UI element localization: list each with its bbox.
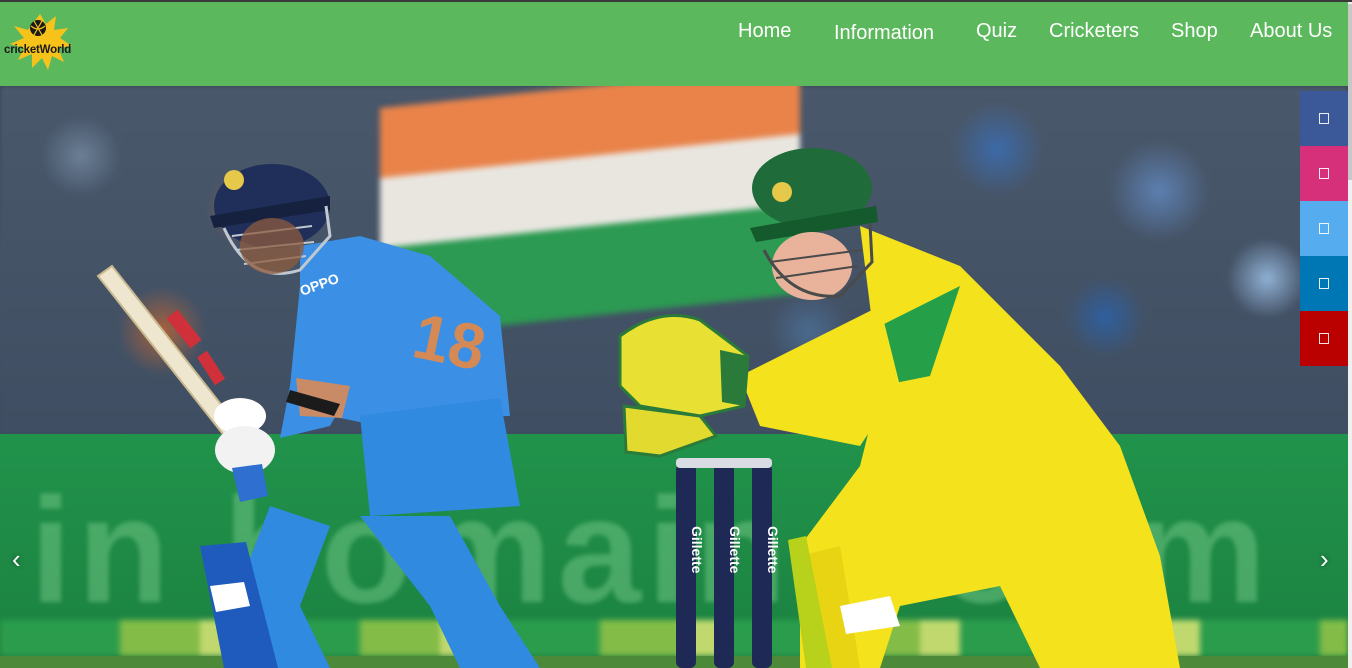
wicketkeeper-figure	[618, 148, 1180, 668]
nav-shop[interactable]: Shop	[1171, 20, 1218, 43]
carousel-prev-button[interactable]: ‹	[12, 546, 21, 572]
youtube-button[interactable]	[1300, 311, 1348, 366]
youtube-icon	[1319, 333, 1329, 344]
nav-information[interactable]: Information	[834, 22, 934, 45]
linkedin-button[interactable]	[1300, 256, 1348, 311]
instagram-button[interactable]	[1300, 146, 1348, 201]
nav-home[interactable]: Home	[738, 20, 791, 43]
linkedin-icon	[1319, 278, 1329, 289]
twitter-icon	[1319, 223, 1329, 234]
nav-about-us[interactable]: About Us	[1250, 20, 1332, 43]
facebook-button[interactable]	[1300, 91, 1348, 146]
hero-carousel: in bomain boom 18 OPPO Gillette Gillette…	[0, 86, 1348, 668]
facebook-icon	[1319, 113, 1329, 124]
twitter-button[interactable]	[1300, 201, 1348, 256]
nav-quiz[interactable]: Quiz	[976, 20, 1017, 43]
instagram-icon	[1319, 168, 1329, 179]
nav-cricketers[interactable]: Cricketers	[1049, 20, 1139, 43]
carousel-next-button[interactable]: ›	[1320, 546, 1329, 572]
nav-menu: Home Information Quiz Cricketers Shop Ab…	[0, 2, 1348, 86]
navbar: cricketWorld Home Information Quiz Crick…	[0, 2, 1348, 86]
scrollbar-thumb[interactable]	[1348, 4, 1352, 180]
